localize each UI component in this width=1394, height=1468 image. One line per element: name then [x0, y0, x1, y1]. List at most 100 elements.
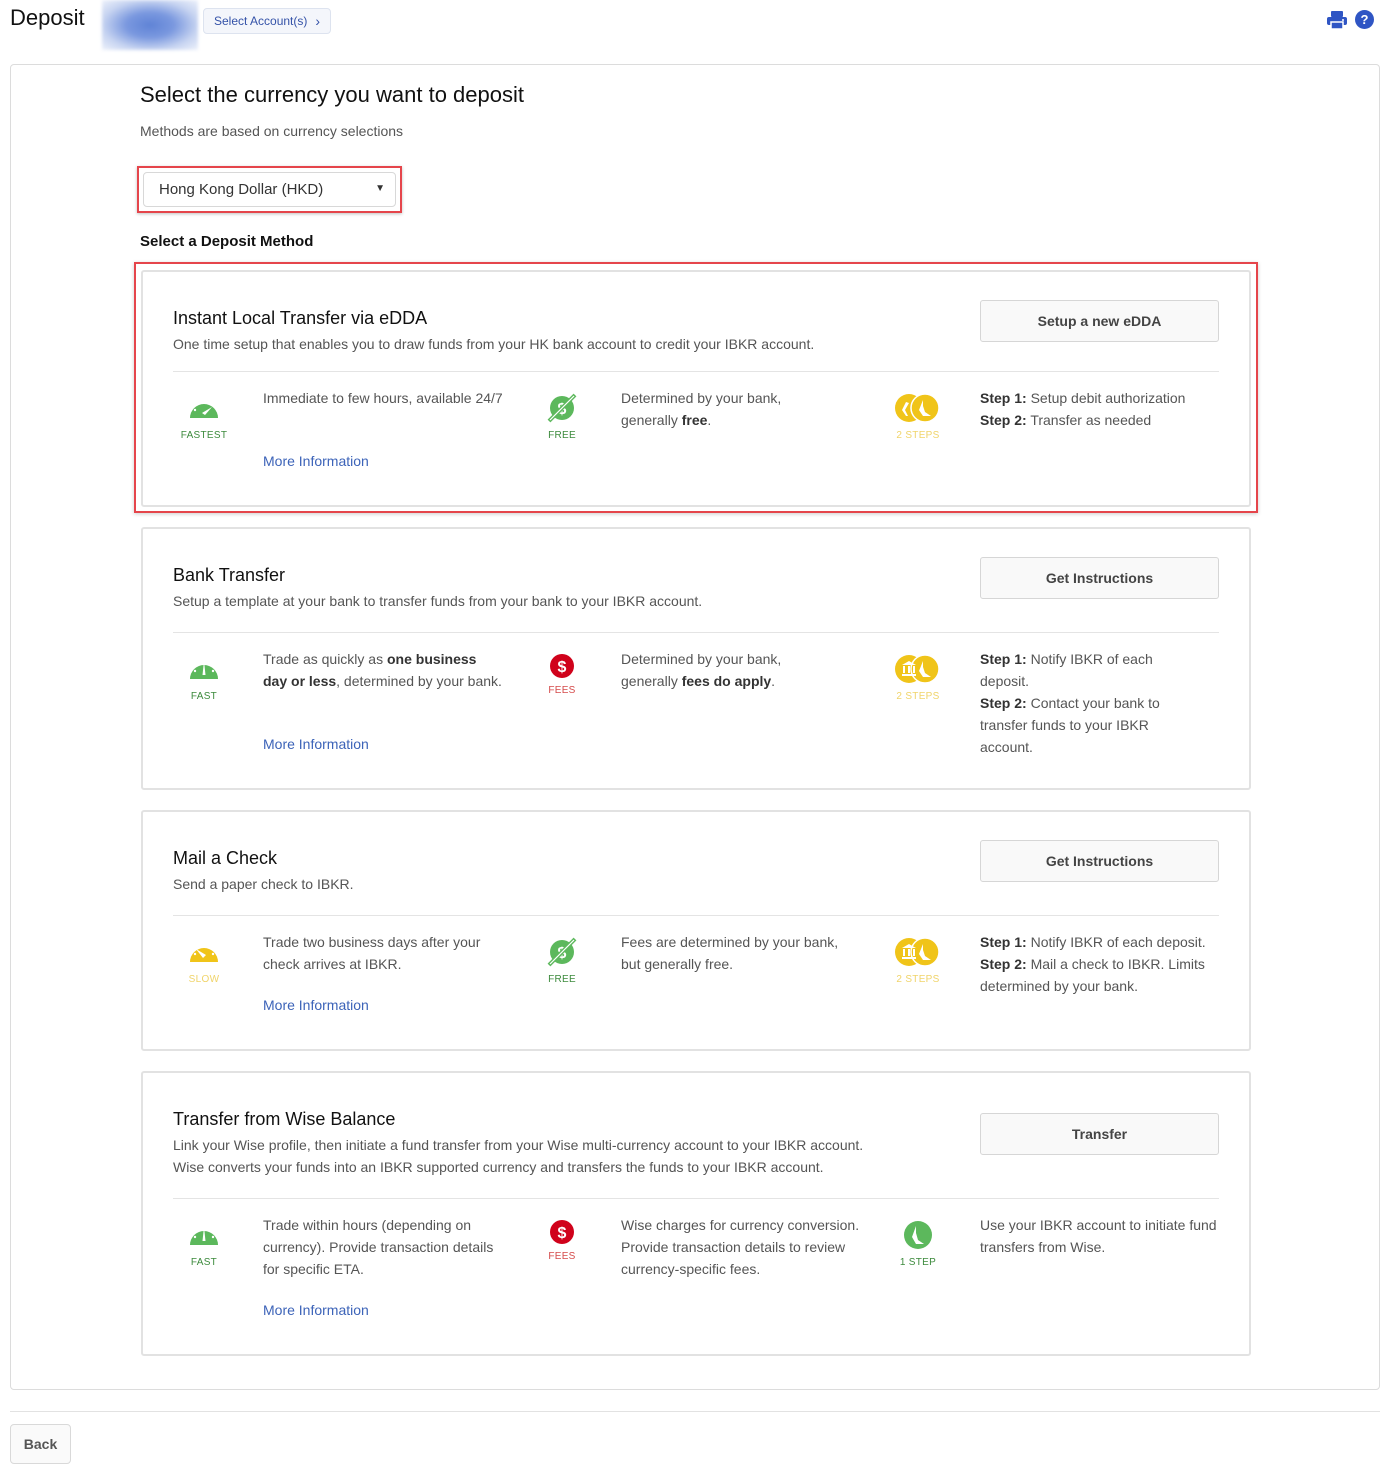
no-fee-icon: $ [547, 937, 577, 967]
speed-indicator: FAST [174, 1219, 234, 1268]
top-icons: ? [1327, 10, 1374, 29]
card-divider [173, 371, 1219, 372]
speedometer-fastest-icon [190, 398, 218, 418]
steps-text: Step 1: Notify IBKR of each deposit. Ste… [980, 648, 1200, 758]
card-divider [173, 915, 1219, 916]
currency-subheading: Methods are based on currency selections [140, 123, 404, 139]
method-title: Transfer from Wise Balance [173, 1109, 396, 1129]
more-information-link[interactable]: More Information [263, 997, 369, 1013]
footer-divider [10, 1411, 1380, 1412]
method-description: Send a paper check to IBKR. [173, 876, 354, 892]
step-label: Step 1: [980, 651, 1027, 667]
step-label: Step 2: [980, 956, 1027, 972]
currency-highlight-box: Hong Kong Dollar (HKD) ▼ [137, 166, 402, 213]
get-instructions-button[interactable]: Get Instructions [980, 840, 1219, 882]
method-description-line: Wise converts your funds into an IBKR su… [173, 1159, 824, 1175]
step-label: Step 2: [980, 412, 1027, 428]
cost-indicator: $ FEES [532, 653, 592, 696]
currency-select[interactable]: Hong Kong Dollar (HKD) ▼ [143, 172, 396, 207]
step-item: Step 2: Mail a check to IBKR. Limits det… [980, 953, 1220, 997]
steps-text: Step 1: Notify IBKR of each deposit. Ste… [980, 931, 1220, 997]
method-card-mail-check: Mail a Check Send a paper check to IBKR.… [141, 810, 1251, 1051]
cost-tag: FEES [548, 1251, 576, 1262]
step-item: Step 1: Notify IBKR of each deposit. [980, 648, 1200, 692]
speedometer-fast-icon [190, 1227, 218, 1245]
cost-text: Fees are determined by your bank, but ge… [621, 934, 839, 972]
steps-indicator: 1 STEP [888, 1219, 948, 1268]
speed-tag: FAST [190, 1257, 218, 1268]
speedometer-slow-icon [190, 942, 218, 962]
step-label: Step 1: [980, 390, 1027, 406]
fee-icon: $ [550, 654, 574, 678]
step-item: Step 2: Contact your bank to transfer fu… [980, 692, 1200, 758]
cost-indicator: $ FREE [532, 936, 592, 985]
speed-tag: FAST [190, 691, 218, 702]
main-panel: Select the currency you want to deposit … [10, 64, 1380, 1390]
method-title: Bank Transfer [173, 565, 286, 585]
cost-text-bold: free [681, 412, 708, 428]
method-description: Link your Wise profile, then initiate a … [173, 1134, 963, 1178]
cost-text: Determined by your bank, generally fees … [621, 648, 831, 692]
account-id-redacted [102, 0, 198, 50]
method-description: Setup a template at your bank to transfe… [173, 593, 703, 609]
cost-text-bold: fees do apply [681, 673, 772, 689]
step-text: Transfer as needed [1026, 412, 1152, 428]
no-fee-icon: $ [547, 393, 577, 423]
card-divider [173, 632, 1219, 633]
speedometer-fast-icon [190, 661, 218, 679]
two-steps-icon [895, 393, 940, 423]
steps-indicator: 2 STEPS [888, 392, 948, 441]
top-bar: Deposit Select Account(s) › ? [0, 0, 1394, 52]
setup-edda-button[interactable]: Setup a new eDDA [980, 300, 1219, 342]
currency-heading: Select the currency you want to deposit [140, 82, 524, 107]
svg-text:$: $ [558, 659, 567, 676]
help-icon[interactable]: ? [1355, 10, 1374, 29]
page-title: Deposit [10, 5, 85, 30]
steps-tag: 2 STEPS [896, 430, 940, 441]
speed-indicator: FAST [174, 653, 234, 702]
method-title: Instant Local Transfer via eDDA [173, 308, 428, 328]
more-information-link[interactable]: More Information [263, 1302, 369, 1318]
print-icon[interactable] [1327, 10, 1347, 29]
speed-text: Immediate to few hours, available 24/7 [263, 390, 503, 406]
one-step-icon [904, 1221, 932, 1249]
speed-indicator: SLOW [174, 936, 234, 985]
steps-tag: 2 STEPS [896, 974, 940, 985]
speed-indicator: FASTEST [174, 392, 234, 441]
method-card-edda: Instant Local Transfer via eDDA One time… [141, 270, 1251, 507]
step-item: Step 2: Transfer as needed [980, 409, 1220, 431]
speed-text: Trade as quickly as one business day or … [263, 648, 503, 692]
steps-indicator: 2 STEPS [888, 653, 948, 702]
step-text: Notify IBKR of each deposit. [1026, 934, 1206, 950]
steps-tag: 1 STEP [899, 1257, 937, 1268]
speed-text-post: , determined by your bank. [336, 673, 502, 689]
speed-text-pre: Trade as quickly as [263, 651, 387, 667]
speed-tag: FASTEST [180, 430, 228, 441]
transfer-button[interactable]: Transfer [980, 1113, 1219, 1155]
get-instructions-button[interactable]: Get Instructions [980, 557, 1219, 599]
more-information-link[interactable]: More Information [263, 453, 369, 469]
cost-text: Determined by your bank, generally free. [621, 387, 831, 431]
speed-text: Trade two business days after your check… [263, 934, 481, 972]
two-steps-bank-icon [895, 937, 940, 967]
chevron-right-icon: › [315, 13, 321, 29]
cost-text-post: . [707, 412, 712, 428]
select-accounts-button[interactable]: Select Account(s) › [203, 8, 332, 34]
cost-text-post: . [771, 673, 776, 689]
more-information-link[interactable]: More Information [263, 736, 369, 752]
method-card-wise: Transfer from Wise Balance Link your Wis… [141, 1071, 1251, 1356]
select-accounts-label: Select Account(s) [214, 14, 308, 28]
back-button[interactable]: Back [10, 1424, 71, 1464]
step-item: Step 1: Notify IBKR of each deposit. [980, 931, 1220, 953]
method-description-line: Link your Wise profile, then initiate a … [173, 1137, 864, 1153]
cost-text: Wise charges for currency conversion. Pr… [621, 1217, 860, 1277]
speed-tag: SLOW [188, 974, 220, 985]
steps-text: Step 1: Setup debit authorization Step 2… [980, 387, 1220, 431]
two-steps-bank-icon [895, 654, 940, 684]
steps-text: Use your IBKR account to initiate fund t… [980, 1217, 1217, 1255]
cost-tag: FREE [548, 430, 576, 441]
svg-text:?: ? [1361, 12, 1369, 27]
svg-text:$: $ [558, 1225, 567, 1242]
cost-indicator: $ FREE [532, 392, 592, 441]
deposit-method-label: Select a Deposit Method [140, 233, 314, 250]
